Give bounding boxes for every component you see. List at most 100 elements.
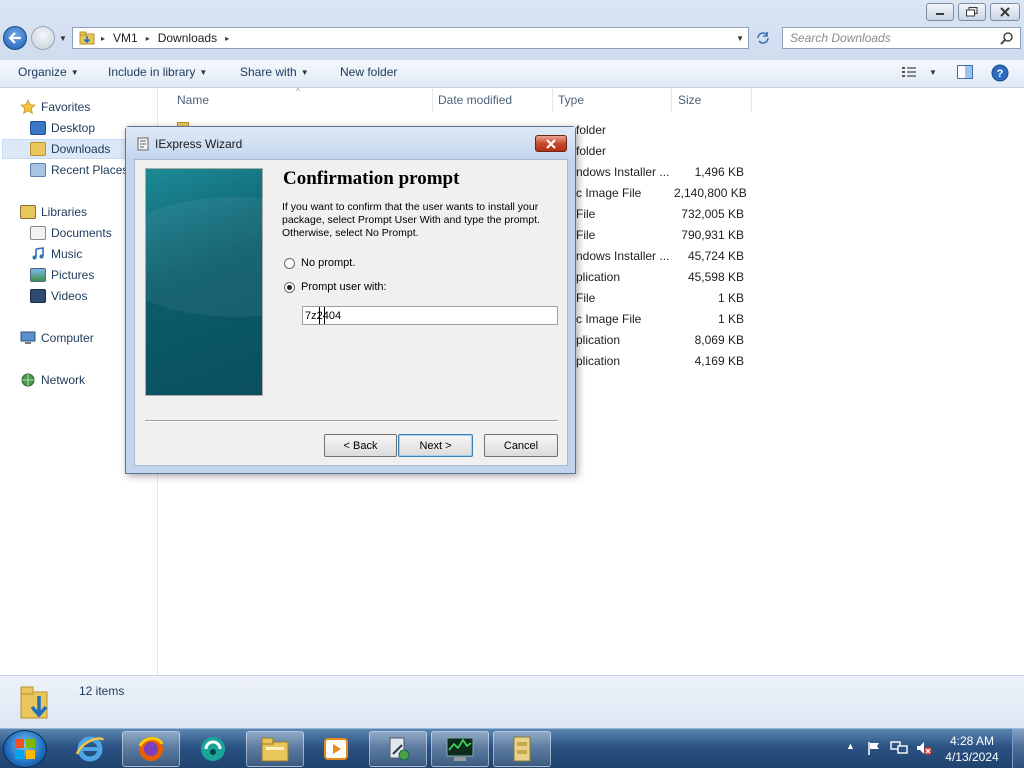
network-tray-icon[interactable] <box>890 740 908 759</box>
view-options-button[interactable]: ▼ <box>901 66 937 78</box>
file-type-cell: c Image File <box>576 312 642 326</box>
taskbar-firefox[interactable] <box>122 731 180 767</box>
search-icon[interactable] <box>1000 31 1014 48</box>
breadcrumb-separator[interactable]: ▸ <box>101 34 105 43</box>
chevron-down-icon: ▼ <box>70 67 79 77</box>
minimize-button[interactable] <box>926 3 954 21</box>
cancel-button[interactable]: Cancel <box>484 434 558 457</box>
action-center-flag-icon[interactable] <box>866 740 882 759</box>
organize-menu[interactable]: Organize ▼ <box>18 65 79 79</box>
start-button[interactable] <box>3 730 47 768</box>
include-in-library-menu[interactable]: Include in library ▼ <box>108 65 207 79</box>
nav-libraries[interactable]: Libraries <box>20 202 87 222</box>
dialog-body: Confirmation prompt If you want to confi… <box>134 159 568 466</box>
help-button[interactable]: ? <box>991 64 1009 82</box>
column-header-date-modified[interactable]: Date modified <box>438 93 512 107</box>
nav-label: Pictures <box>51 268 95 282</box>
taskbar-iexpress[interactable] <box>369 731 427 767</box>
documents-icon <box>30 226 46 240</box>
nav-computer[interactable]: Computer <box>20 328 94 348</box>
clock[interactable]: 4:28 AM 4/13/2024 <box>942 733 1002 765</box>
prompt-text-input[interactable]: 7z2404 <box>302 306 558 325</box>
forward-button[interactable] <box>31 26 55 50</box>
back-button-dialog[interactable]: < Back <box>324 434 397 457</box>
nav-label: Computer <box>41 331 94 345</box>
maximize-button[interactable] <box>958 3 986 21</box>
videos-icon <box>30 289 46 303</box>
radio-prompt-user[interactable] <box>284 282 295 293</box>
taskbar-task-manager[interactable] <box>431 731 489 767</box>
windows-logo-icon <box>15 739 35 759</box>
radio-prompt-user-label[interactable]: Prompt user with: <box>301 281 387 293</box>
taskbar-app[interactable] <box>184 731 242 767</box>
computer-icon <box>20 331 36 344</box>
file-size-cell: 4,169 KB <box>694 354 744 368</box>
volume-muted-icon[interactable] <box>915 740 933 759</box>
taskbar-media-player[interactable] <box>307 731 365 767</box>
new-folder-label: New folder <box>340 65 398 79</box>
search-input[interactable]: Search Downloads <box>782 27 1021 49</box>
music-icon <box>32 247 44 260</box>
pictures-icon <box>30 268 46 282</box>
back-button[interactable] <box>3 26 27 50</box>
dialog-description: If you want to confirm that the user wan… <box>282 201 540 239</box>
close-icon <box>546 138 556 149</box>
nav-music[interactable]: Music <box>30 244 82 264</box>
radio-no-prompt-label[interactable]: No prompt. <box>301 257 355 269</box>
column-header-type[interactable]: Type <box>558 93 584 107</box>
refresh-button[interactable] <box>752 27 774 49</box>
show-hidden-icons-icon[interactable]: ▲ <box>846 741 855 751</box>
nav-pictures[interactable]: Pictures <box>30 265 94 285</box>
share-with-label: Share with <box>240 65 297 79</box>
sort-ascending-icon: ^ <box>296 87 300 96</box>
nav-favorites[interactable]: Favorites <box>20 97 90 117</box>
breadcrumb-separator[interactable]: ▸ <box>225 34 229 43</box>
file-type-cell: plication <box>576 270 621 284</box>
taskbar: ▲ 4:28 AM 4/13/2024 <box>0 728 1024 768</box>
clock-time: 4:28 AM <box>949 734 995 748</box>
cabinet-icon <box>513 736 531 762</box>
recent-pages-dropdown[interactable]: ▼ <box>59 34 67 43</box>
organize-label: Organize <box>18 65 67 79</box>
nav-network[interactable]: Network <box>20 370 85 390</box>
folder-download-icon <box>19 682 55 725</box>
network-icon <box>21 373 35 387</box>
nav-documents[interactable]: Documents <box>30 223 112 243</box>
taskbar-explorer[interactable] <box>246 731 304 767</box>
dialog-close-button[interactable] <box>535 135 567 152</box>
file-size-cell: 1,496 KB <box>694 165 744 179</box>
nav-label: Favorites <box>41 100 91 114</box>
dialog-title-bar[interactable]: IExpress Wizard <box>126 127 575 159</box>
window-close-button[interactable] <box>990 3 1020 21</box>
next-button[interactable]: Next > <box>398 434 473 457</box>
nav-videos[interactable]: Videos <box>30 286 87 306</box>
preview-pane-button[interactable] <box>957 65 973 79</box>
show-desktop-button[interactable] <box>1012 729 1024 768</box>
share-with-menu[interactable]: Share with ▼ <box>240 65 309 79</box>
taskbar-internet-explorer[interactable] <box>61 731 119 767</box>
radio-no-prompt[interactable] <box>284 258 295 269</box>
address-bar[interactable]: ▸ VM1 ▸ Downloads ▸ ▼ <box>72 27 749 49</box>
file-type-cell: ndows Installer ... <box>576 249 670 263</box>
file-size-cell: 1 KB <box>717 312 744 326</box>
item-count: 12 items <box>79 684 125 698</box>
taskbar-cabinet[interactable] <box>493 731 551 767</box>
desktop-icon <box>30 121 46 135</box>
nav-recent-places[interactable]: Recent Places <box>30 160 128 180</box>
breadcrumb-separator[interactable]: ▸ <box>146 34 150 43</box>
column-header-size[interactable]: Size <box>678 93 701 107</box>
nav-label: Music <box>51 247 83 261</box>
media-player-icon <box>324 738 348 760</box>
help-icon: ? <box>991 64 1009 82</box>
new-folder-button[interactable]: New folder <box>340 65 397 79</box>
file-type-cell: folder <box>576 144 607 158</box>
breadcrumb-downloads[interactable]: Downloads <box>158 31 217 45</box>
breadcrumb-vm1[interactable]: VM1 <box>113 31 138 45</box>
column-header-name[interactable]: Name <box>177 93 209 107</box>
file-type-cell: plication <box>576 333 621 347</box>
include-in-library-label: Include in library <box>108 65 196 79</box>
text-cursor-icon <box>319 307 325 324</box>
address-dropdown[interactable]: ▼ <box>736 34 744 43</box>
iexpress-app-icon <box>136 137 150 154</box>
nav-desktop[interactable]: Desktop <box>30 118 95 138</box>
